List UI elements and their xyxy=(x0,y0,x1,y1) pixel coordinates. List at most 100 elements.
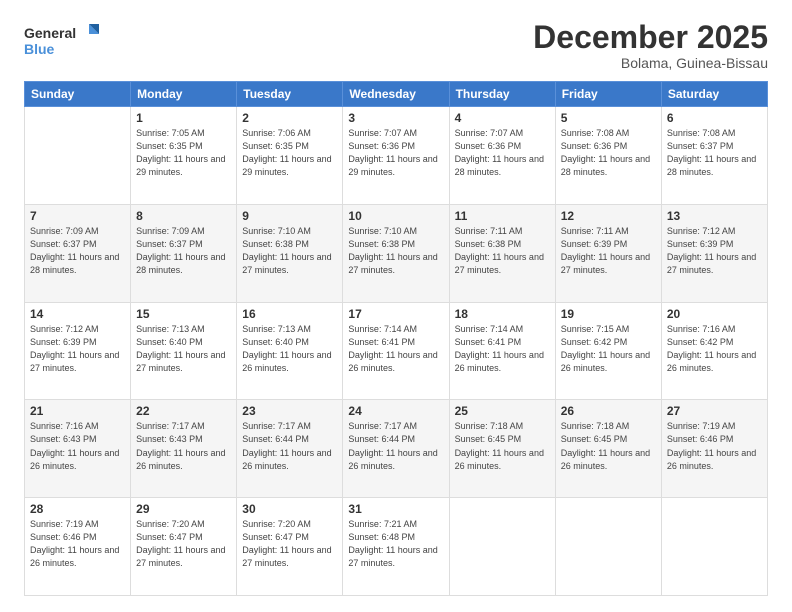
table-row: 11 Sunrise: 7:11 AMSunset: 6:38 PMDayligh… xyxy=(449,204,555,302)
day-number: 22 xyxy=(136,404,231,418)
day-info: Sunrise: 7:09 AMSunset: 6:37 PMDaylight:… xyxy=(30,225,125,277)
table-row: 14 Sunrise: 7:12 AMSunset: 6:39 PMDayligh… xyxy=(25,302,131,400)
day-number: 3 xyxy=(348,111,443,125)
table-row: 15 Sunrise: 7:13 AMSunset: 6:40 PMDayligh… xyxy=(131,302,237,400)
day-info: Sunrise: 7:19 AMSunset: 6:46 PMDaylight:… xyxy=(30,518,125,570)
day-number: 14 xyxy=(30,307,125,321)
table-row: 21 Sunrise: 7:16 AMSunset: 6:43 PMDayligh… xyxy=(25,400,131,498)
day-info: Sunrise: 7:11 AMSunset: 6:39 PMDaylight:… xyxy=(561,225,656,277)
table-row: 13 Sunrise: 7:12 AMSunset: 6:39 PMDayligh… xyxy=(661,204,767,302)
svg-text:General: General xyxy=(24,25,76,41)
table-row: 31 Sunrise: 7:21 AMSunset: 6:48 PMDayligh… xyxy=(343,498,449,596)
day-info: Sunrise: 7:20 AMSunset: 6:47 PMDaylight:… xyxy=(242,518,337,570)
day-info: Sunrise: 7:12 AMSunset: 6:39 PMDaylight:… xyxy=(667,225,762,277)
day-info: Sunrise: 7:18 AMSunset: 6:45 PMDaylight:… xyxy=(455,420,550,472)
header-saturday: Saturday xyxy=(661,82,767,107)
day-info: Sunrise: 7:10 AMSunset: 6:38 PMDaylight:… xyxy=(348,225,443,277)
table-row: 24 Sunrise: 7:17 AMSunset: 6:44 PMDayligh… xyxy=(343,400,449,498)
day-number: 19 xyxy=(561,307,656,321)
day-info: Sunrise: 7:11 AMSunset: 6:38 PMDaylight:… xyxy=(455,225,550,277)
table-row: 10 Sunrise: 7:10 AMSunset: 6:38 PMDayligh… xyxy=(343,204,449,302)
calendar-table: Sunday Monday Tuesday Wednesday Thursday… xyxy=(24,81,768,596)
day-number: 28 xyxy=(30,502,125,516)
header-sunday: Sunday xyxy=(25,82,131,107)
day-number: 6 xyxy=(667,111,762,125)
header-thursday: Thursday xyxy=(449,82,555,107)
day-info: Sunrise: 7:17 AMSunset: 6:44 PMDaylight:… xyxy=(242,420,337,472)
day-info: Sunrise: 7:17 AMSunset: 6:44 PMDaylight:… xyxy=(348,420,443,472)
day-info: Sunrise: 7:19 AMSunset: 6:46 PMDaylight:… xyxy=(667,420,762,472)
table-row: 8 Sunrise: 7:09 AMSunset: 6:37 PMDaylight… xyxy=(131,204,237,302)
table-row: 19 Sunrise: 7:15 AMSunset: 6:42 PMDayligh… xyxy=(555,302,661,400)
day-info: Sunrise: 7:16 AMSunset: 6:43 PMDaylight:… xyxy=(30,420,125,472)
table-row: 12Sunrise: 7:11 AMSunset: 6:39 PMDayligh… xyxy=(555,204,661,302)
day-number: 2 xyxy=(242,111,337,125)
logo: General Blue xyxy=(24,20,104,60)
week-row-3: 14 Sunrise: 7:12 AMSunset: 6:39 PMDayligh… xyxy=(25,302,768,400)
page: General Blue December 2025 Bolama, Guine… xyxy=(0,0,792,612)
day-info: Sunrise: 7:08 AMSunset: 6:36 PMDaylight:… xyxy=(561,127,656,179)
header-tuesday: Tuesday xyxy=(237,82,343,107)
day-number: 10 xyxy=(348,209,443,223)
table-row: 22 Sunrise: 7:17 AMSunset: 6:43 PMDayligh… xyxy=(131,400,237,498)
table-row: 30Sunrise: 7:20 AMSunset: 6:47 PMDayligh… xyxy=(237,498,343,596)
svg-text:Blue: Blue xyxy=(24,41,55,57)
day-info: Sunrise: 7:07 AMSunset: 6:36 PMDaylight:… xyxy=(455,127,550,179)
day-number: 18 xyxy=(455,307,550,321)
day-number: 20 xyxy=(667,307,762,321)
table-row: 9Sunrise: 7:10 AMSunset: 6:38 PMDaylight… xyxy=(237,204,343,302)
day-number: 17 xyxy=(348,307,443,321)
header: General Blue December 2025 Bolama, Guine… xyxy=(24,20,768,71)
table-row: 1Sunrise: 7:05 AMSunset: 6:35 PMDaylight… xyxy=(131,107,237,205)
day-info: Sunrise: 7:15 AMSunset: 6:42 PMDaylight:… xyxy=(561,323,656,375)
day-info: Sunrise: 7:09 AMSunset: 6:37 PMDaylight:… xyxy=(136,225,231,277)
title-block: December 2025 Bolama, Guinea-Bissau xyxy=(533,20,768,71)
logo-svg: General Blue xyxy=(24,20,104,60)
day-info: Sunrise: 7:17 AMSunset: 6:43 PMDaylight:… xyxy=(136,420,231,472)
week-row-1: 1Sunrise: 7:05 AMSunset: 6:35 PMDaylight… xyxy=(25,107,768,205)
table-row xyxy=(449,498,555,596)
day-number: 29 xyxy=(136,502,231,516)
table-row: 20 Sunrise: 7:16 AMSunset: 6:42 PMDayligh… xyxy=(661,302,767,400)
day-number: 24 xyxy=(348,404,443,418)
header-friday: Friday xyxy=(555,82,661,107)
table-row: 28 Sunrise: 7:19 AMSunset: 6:46 PMDayligh… xyxy=(25,498,131,596)
day-number: 8 xyxy=(136,209,231,223)
day-info: Sunrise: 7:21 AMSunset: 6:48 PMDaylight:… xyxy=(348,518,443,570)
day-info: Sunrise: 7:18 AMSunset: 6:45 PMDaylight:… xyxy=(561,420,656,472)
table-row xyxy=(555,498,661,596)
table-row: 29 Sunrise: 7:20 AMSunset: 6:47 PMDayligh… xyxy=(131,498,237,596)
day-number: 27 xyxy=(667,404,762,418)
day-number: 21 xyxy=(30,404,125,418)
week-row-5: 28 Sunrise: 7:19 AMSunset: 6:46 PMDayligh… xyxy=(25,498,768,596)
day-info: Sunrise: 7:10 AMSunset: 6:38 PMDaylight:… xyxy=(242,225,337,277)
day-number: 11 xyxy=(455,209,550,223)
table-row xyxy=(661,498,767,596)
day-info: Sunrise: 7:16 AMSunset: 6:42 PMDaylight:… xyxy=(667,323,762,375)
day-number: 4 xyxy=(455,111,550,125)
table-row: 2Sunrise: 7:06 AMSunset: 6:35 PMDaylight… xyxy=(237,107,343,205)
day-number: 7 xyxy=(30,209,125,223)
table-row: 6 Sunrise: 7:08 AMSunset: 6:37 PMDaylight… xyxy=(661,107,767,205)
day-info: Sunrise: 7:13 AMSunset: 6:40 PMDaylight:… xyxy=(242,323,337,375)
day-info: Sunrise: 7:13 AMSunset: 6:40 PMDaylight:… xyxy=(136,323,231,375)
day-info: Sunrise: 7:12 AMSunset: 6:39 PMDaylight:… xyxy=(30,323,125,375)
week-row-4: 21 Sunrise: 7:16 AMSunset: 6:43 PMDayligh… xyxy=(25,400,768,498)
day-info: Sunrise: 7:20 AMSunset: 6:47 PMDaylight:… xyxy=(136,518,231,570)
table-row: 26 Sunrise: 7:18 AMSunset: 6:45 PMDayligh… xyxy=(555,400,661,498)
day-number: 16 xyxy=(242,307,337,321)
header-wednesday: Wednesday xyxy=(343,82,449,107)
day-number: 15 xyxy=(136,307,231,321)
day-number: 26 xyxy=(561,404,656,418)
day-info: Sunrise: 7:05 AMSunset: 6:35 PMDaylight:… xyxy=(136,127,231,179)
table-row: 5 Sunrise: 7:08 AMSunset: 6:36 PMDaylight… xyxy=(555,107,661,205)
day-number: 31 xyxy=(348,502,443,516)
table-row xyxy=(25,107,131,205)
day-number: 5 xyxy=(561,111,656,125)
table-row: 3Sunrise: 7:07 AMSunset: 6:36 PMDaylight… xyxy=(343,107,449,205)
day-info: Sunrise: 7:14 AMSunset: 6:41 PMDaylight:… xyxy=(455,323,550,375)
day-info: Sunrise: 7:08 AMSunset: 6:37 PMDaylight:… xyxy=(667,127,762,179)
table-row: 7 Sunrise: 7:09 AMSunset: 6:37 PMDaylight… xyxy=(25,204,131,302)
day-number: 13 xyxy=(667,209,762,223)
table-row: 4 Sunrise: 7:07 AMSunset: 6:36 PMDaylight… xyxy=(449,107,555,205)
